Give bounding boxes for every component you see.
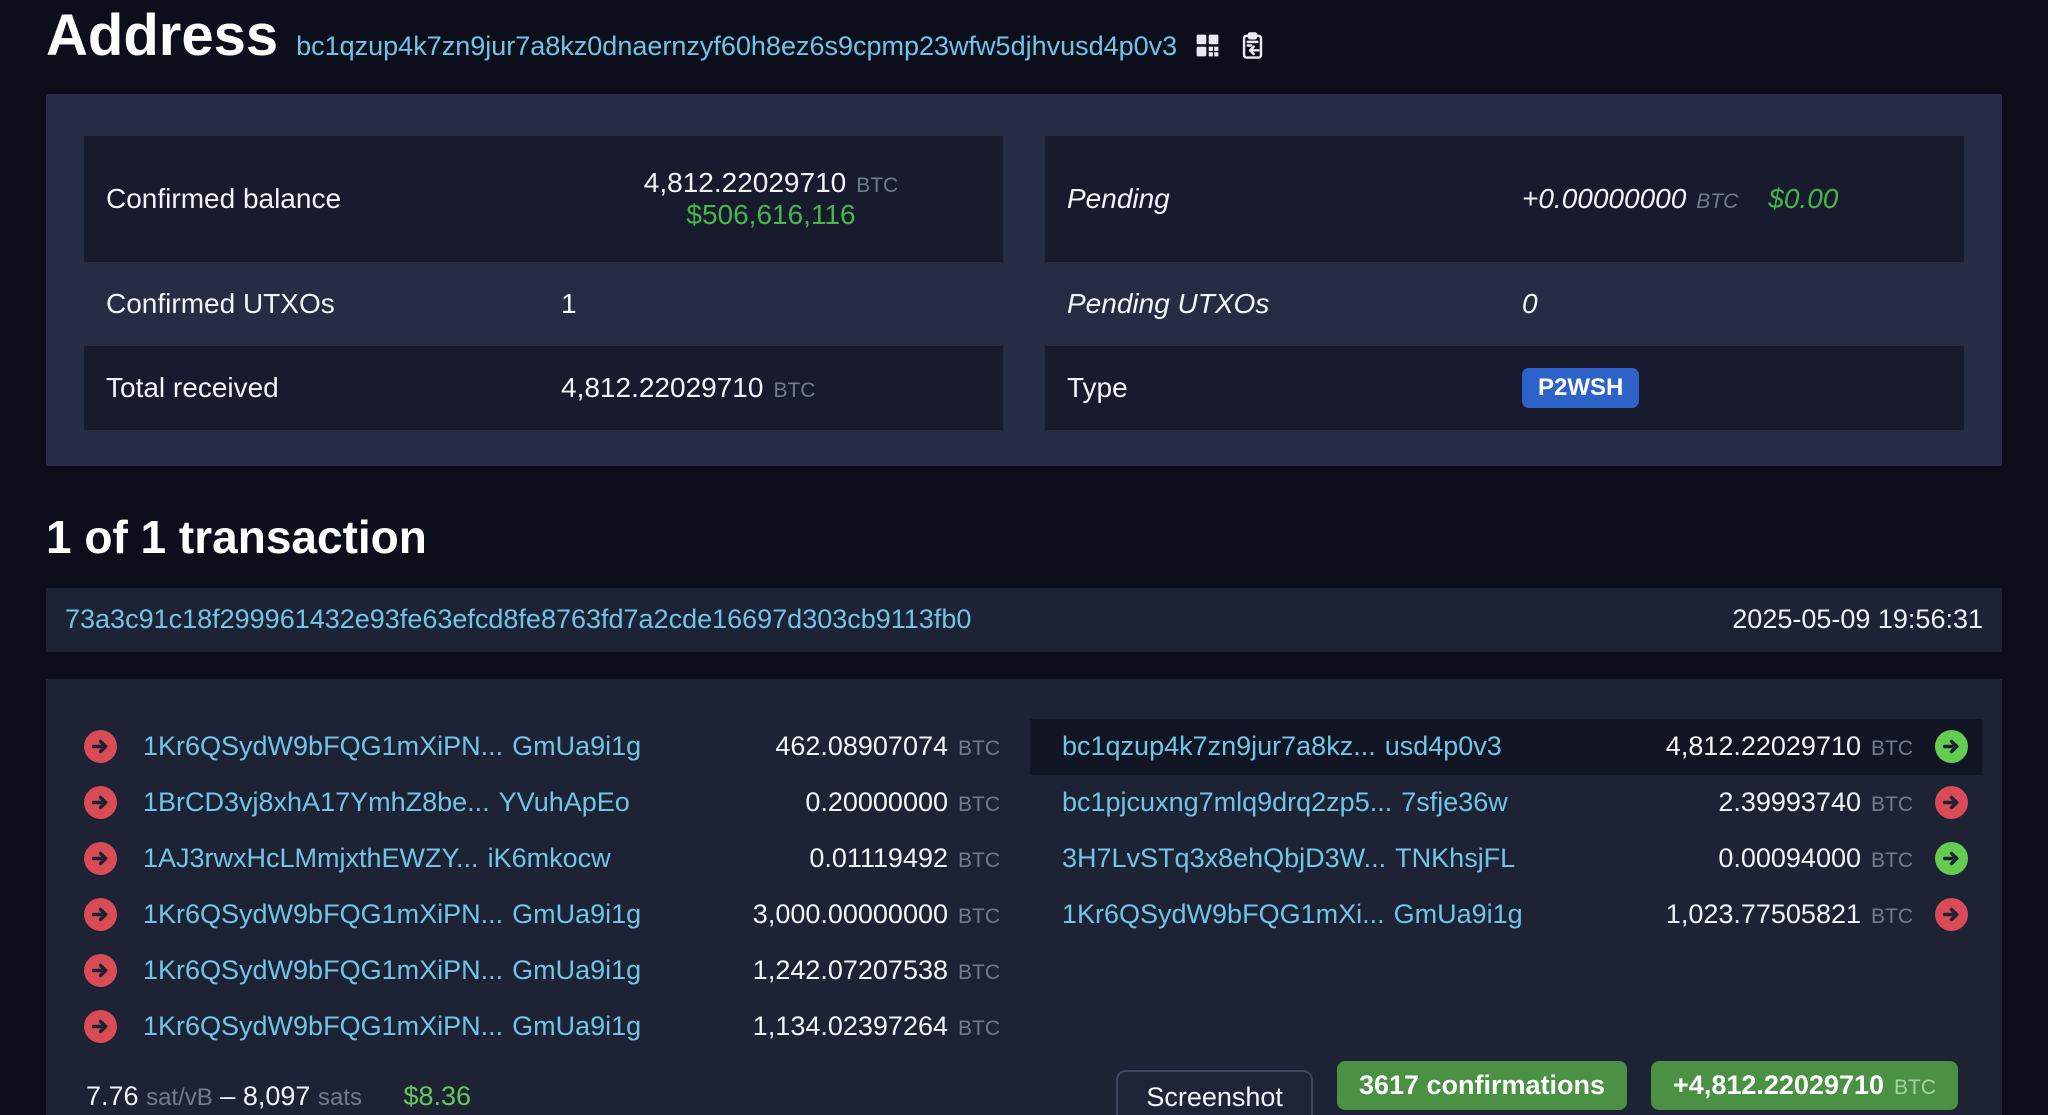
- output-spent-arrow-icon[interactable]: [1935, 786, 1968, 819]
- input-row: 1Kr6QSydW9bFQG1mXiPN...GmUa9i1g 462.0890…: [66, 719, 1018, 775]
- type-row: Type P2WSH: [1045, 346, 1964, 430]
- input-address-link[interactable]: 1Kr6QSydW9bFQG1mXiPN...GmUa9i1g: [143, 955, 641, 986]
- input-arrow-icon[interactable]: [84, 898, 117, 931]
- output-amount: 4,812.22029710BTC: [1666, 731, 1913, 762]
- output-received-arrow-icon[interactable]: [1935, 842, 1968, 875]
- input-row: 1Kr6QSydW9bFQG1mXiPN...GmUa9i1g 3,000.00…: [66, 887, 1018, 943]
- pending-fiat: $0.00: [1768, 183, 1838, 214]
- input-amount: 3,000.00000000BTC: [753, 899, 1000, 930]
- fee-fiat: $8.36: [403, 1081, 471, 1111]
- total-received-row: Total received 4,812.22029710BTC: [84, 346, 1003, 430]
- input-address-link[interactable]: 1Kr6QSydW9bFQG1mXiPN...GmUa9i1g: [143, 731, 641, 762]
- total-received-label: Total received: [106, 372, 561, 404]
- input-amount: 1,134.02397264BTC: [753, 1011, 1000, 1042]
- input-address-link[interactable]: 1AJ3rwxHcLMmjxthEWZY...iK6mkocw: [143, 843, 611, 874]
- input-row: 1Kr6QSydW9bFQG1mXiPN...GmUa9i1g 1,134.02…: [66, 999, 1018, 1055]
- input-amount: 0.01119492BTC: [809, 843, 1000, 874]
- confirmed-utxos-value: 1: [561, 288, 577, 320]
- fee-total-unit: sats: [318, 1084, 362, 1111]
- address-stats: Confirmed balance 4,812.22029710BTC $506…: [46, 94, 2002, 466]
- output-row: bc1pjcuxng7mlq9drq2zp5...7sfje36w 2.3999…: [1030, 775, 1982, 831]
- output-amount: 2.39993740BTC: [1718, 787, 1913, 818]
- stats-left-column: Confirmed balance 4,812.22029710BTC $506…: [84, 136, 1003, 430]
- transaction-header-bar: 73a3c91c18f299961432e93fe63efcd8fe8763fd…: [46, 588, 2002, 652]
- output-amount: 0.00094000BTC: [1718, 843, 1913, 874]
- input-arrow-icon[interactable]: [84, 730, 117, 763]
- fee-rate: 7.76: [86, 1081, 139, 1111]
- output-received-arrow-icon[interactable]: [1935, 730, 1968, 763]
- pending-value: +0.00000000BTC$0.00: [1522, 183, 1838, 215]
- total-received-value: 4,812.22029710BTC: [561, 372, 815, 404]
- pending-utxos-label: Pending UTXOs: [1067, 288, 1522, 320]
- outputs-column: bc1qzup4k7zn9jur7a8kz...usd4p0v3 4,812.2…: [1030, 719, 1982, 1055]
- confirmed-utxos-label: Confirmed UTXOs: [106, 288, 561, 320]
- output-row-highlighted: bc1qzup4k7zn9jur7a8kz...usd4p0v3 4,812.2…: [1030, 719, 1982, 775]
- input-row: 1AJ3rwxHcLMmjxthEWZY...iK6mkocw 0.011194…: [66, 831, 1018, 887]
- confirmations-badge: 3617 confirmations: [1337, 1061, 1627, 1110]
- input-arrow-icon[interactable]: [84, 786, 117, 819]
- input-amount: 0.20000000BTC: [805, 787, 1000, 818]
- input-amount: 462.08907074BTC: [775, 731, 1000, 762]
- input-arrow-icon[interactable]: [84, 1010, 117, 1043]
- fee-separator: –: [220, 1081, 235, 1111]
- page-title: Address: [46, 4, 278, 68]
- pending-utxos-value: 0: [1522, 288, 1538, 320]
- input-arrow-icon[interactable]: [84, 842, 117, 875]
- page-header: Address bc1qzup4k7zn9jur7a8kz0dnaernzyf6…: [46, 0, 2002, 68]
- txid-link[interactable]: 73a3c91c18f299961432e93fe63efcd8fe8763fd…: [65, 604, 971, 635]
- type-label: Type: [1067, 372, 1522, 404]
- copy-icon[interactable]: [1238, 31, 1267, 60]
- confirmed-balance-label: Confirmed balance: [106, 183, 561, 215]
- tx-timestamp: 2025-05-09 19:56:31: [1732, 604, 1983, 635]
- output-row: 3H7LvSTq3x8ehQbjD3W...TNKhsjFL 0.0009400…: [1030, 831, 1982, 887]
- input-address-link[interactable]: 1BrCD3vj8xhA17YmhZ8be...YVuhApEo: [143, 787, 630, 818]
- inputs-column: 1Kr6QSydW9bFQG1mXiPN...GmUa9i1g 462.0890…: [66, 719, 1018, 1055]
- output-amount: 1,023.77505821BTC: [1666, 899, 1913, 930]
- confirmed-utxos-row: Confirmed UTXOs 1: [84, 262, 1003, 346]
- output-address-link[interactable]: 1Kr6QSydW9bFQG1mXi...GmUa9i1g: [1062, 899, 1523, 930]
- screenshot-button[interactable]: Screenshot: [1116, 1070, 1313, 1115]
- output-address-link[interactable]: bc1qzup4k7zn9jur7a8kz...usd4p0v3: [1062, 731, 1502, 762]
- tx-amount-badge: +4,812.22029710BTC: [1651, 1061, 1958, 1110]
- inputs-outputs-grid: 1Kr6QSydW9bFQG1mXiPN...GmUa9i1g 462.0890…: [46, 679, 2002, 1055]
- input-row: 1BrCD3vj8xhA17YmhZ8be...YVuhApEo 0.20000…: [66, 775, 1018, 831]
- confirmed-balance-fiat: $506,616,116: [686, 199, 855, 230]
- fee-total: 8,097: [243, 1081, 311, 1111]
- confirmed-balance-row: Confirmed balance 4,812.22029710BTC $506…: [84, 136, 1003, 262]
- output-spent-arrow-icon[interactable]: [1935, 898, 1968, 931]
- input-arrow-icon[interactable]: [84, 954, 117, 987]
- qr-code-icon[interactable]: [1193, 31, 1222, 60]
- input-row: 1Kr6QSydW9bFQG1mXiPN...GmUa9i1g 1,242.07…: [66, 943, 1018, 999]
- pending-label: Pending: [1067, 183, 1522, 215]
- transactions-heading: 1 of 1 transaction: [46, 510, 2002, 564]
- output-address-link[interactable]: bc1pjcuxng7mlq9drq2zp5...7sfje36w: [1062, 787, 1508, 818]
- footer-actions: Screenshot 3617 confirmations +4,812.220…: [1116, 1054, 1958, 1115]
- pending-utxos-row: Pending UTXOs 0: [1045, 262, 1964, 346]
- stats-right-column: Pending +0.00000000BTC$0.00 Pending UTXO…: [1045, 136, 1964, 430]
- fee-summary: 7.76 sat/vB – 8,097 sats $8.36: [86, 1081, 471, 1112]
- output-address-link[interactable]: 3H7LvSTq3x8ehQbjD3W...TNKhsjFL: [1062, 843, 1515, 874]
- address-type-badge: P2WSH: [1522, 368, 1639, 408]
- pending-row: Pending +0.00000000BTC$0.00: [1045, 136, 1964, 262]
- fee-rate-unit: sat/vB: [146, 1084, 213, 1111]
- header-icons: [1193, 31, 1267, 60]
- input-address-link[interactable]: 1Kr6QSydW9bFQG1mXiPN...GmUa9i1g: [143, 899, 641, 930]
- confirmed-balance-value: 4,812.22029710BTC $506,616,116: [561, 167, 981, 231]
- input-amount: 1,242.07207538BTC: [753, 955, 1000, 986]
- transaction-details-panel: 1Kr6QSydW9bFQG1mXiPN...GmUa9i1g 462.0890…: [46, 679, 2002, 1115]
- address-link[interactable]: bc1qzup4k7zn9jur7a8kz0dnaernzyf60h8ez6s9…: [296, 31, 1177, 62]
- input-address-link[interactable]: 1Kr6QSydW9bFQG1mXiPN...GmUa9i1g: [143, 1011, 641, 1042]
- output-row: 1Kr6QSydW9bFQG1mXi...GmUa9i1g 1,023.7750…: [1030, 887, 1982, 943]
